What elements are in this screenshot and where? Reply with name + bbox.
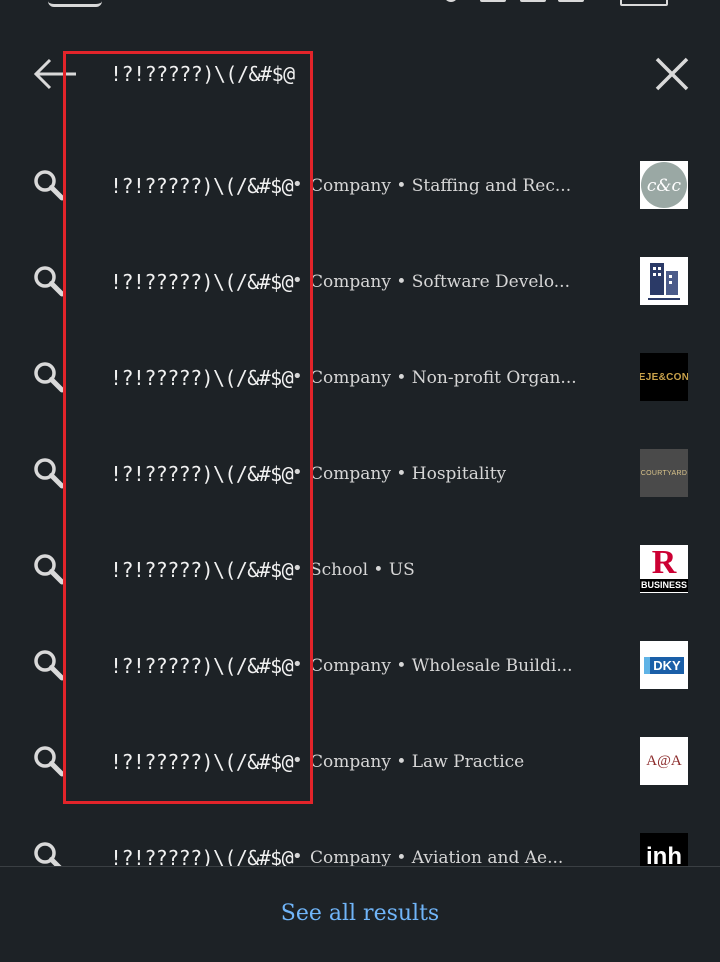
result-meta: Company • Hospitality [310,464,507,484]
result-meta: Company • Non-profit Organ... [310,368,577,388]
company-logo: inh [640,833,688,866]
status-icons [440,0,680,12]
bullet-separator: • [292,366,303,387]
result-row[interactable]: !?!?????)\(/&#$@ • Company • Hospitality… [0,428,720,524]
search-icon [34,746,65,777]
signal-icon [520,0,546,2]
battery-icon [620,0,668,6]
results-footer: See all results [0,866,720,962]
search-bar: !?!?????)\(/&#$@ [0,40,720,110]
result-name: !?!?????)\(/&#$@ [110,750,294,774]
result-meta: Company • Staffing and Rec... [310,176,572,196]
status-clock-fragment [48,0,102,7]
results-list: !?!?????)\(/&#$@ • Company • Staffing an… [0,140,720,866]
search-icon [34,458,65,489]
result-row[interactable]: !?!?????)\(/&#$@ • School • US R BUSINES… [0,524,720,620]
search-icon [34,554,65,585]
arrow-left-icon [33,58,76,90]
result-meta: School • US [310,560,415,580]
bullet-separator: • [292,270,303,291]
result-name: !?!?????)\(/&#$@ [110,174,294,198]
bullet-separator: • [292,462,303,483]
logo-letter: R [651,545,677,581]
wifi-icon [480,0,506,2]
bullet-separator: • [292,174,303,195]
company-logo: DKY [640,641,688,689]
status-bar [0,0,720,12]
result-name: !?!?????)\(/&#$@ [110,846,294,866]
back-button[interactable] [32,54,80,94]
bullet-separator: • [292,846,303,866]
result-meta: Company • Wholesale Buildi... [310,656,573,676]
company-logo: R BUSINESS [640,545,688,593]
result-name: !?!?????)\(/&#$@ [110,654,294,678]
company-logo: EJE&CON [640,353,688,401]
result-name: !?!?????)\(/&#$@ [110,366,294,390]
alarm-icon [444,0,458,2]
result-name: !?!?????)\(/&#$@ [110,558,294,582]
logo-text: A@A [646,752,682,769]
bullet-separator: • [292,750,303,771]
result-row[interactable]: !?!?????)\(/&#$@ • Company • Staffing an… [0,140,720,236]
logo-text: inh [646,843,682,866]
signal-icon [558,0,584,2]
search-icon [34,170,65,201]
search-icon [34,650,65,681]
result-row[interactable]: !?!?????)\(/&#$@ • Company • Non-profit … [0,332,720,428]
logo-subtext: BUSINESS [640,578,688,592]
company-logo: A@A [640,737,688,785]
bullet-separator: • [292,558,303,579]
result-meta: Company • Software Develo... [310,272,570,292]
company-logo: c&c [640,161,688,209]
result-row[interactable]: !?!?????)\(/&#$@ • Company • Software De… [0,236,720,332]
search-query[interactable]: !?!?????)\(/&#$@ [110,62,295,86]
company-logo: COURTYARD [640,449,688,497]
logo-text: c&c [647,176,682,196]
result-row[interactable]: !?!?????)\(/&#$@ • Company • Aviation an… [0,812,720,866]
clear-search-button[interactable] [650,54,694,94]
result-row[interactable]: !?!?????)\(/&#$@ • Company • Law Practic… [0,716,720,812]
search-icon [34,362,65,393]
search-icon [34,842,62,866]
company-logo [640,257,688,305]
result-row[interactable]: !?!?????)\(/&#$@ • Company • Wholesale B… [0,620,720,716]
logo-text: COURTYARD [640,469,688,477]
search-icon [34,266,65,297]
result-meta: Company • Aviation and Ae... [310,848,564,866]
bullet-separator: • [292,654,303,675]
see-all-results-link[interactable]: See all results [0,901,720,926]
result-meta: Company • Law Practice [310,752,525,772]
close-icon [655,57,689,91]
logo-text: DKY [644,656,684,674]
logo-text: EJE&CON [640,371,688,383]
result-name: !?!?????)\(/&#$@ [110,462,294,486]
result-name: !?!?????)\(/&#$@ [110,270,294,294]
